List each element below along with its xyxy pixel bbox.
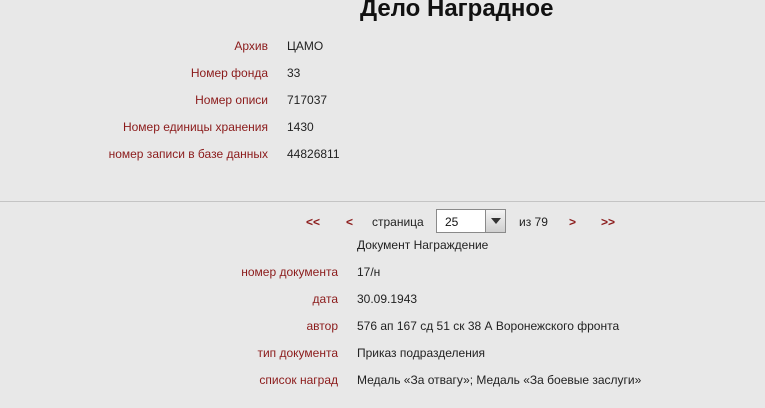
next-page-link[interactable]: > (569, 214, 576, 230)
archive-label: Архив (234, 39, 268, 53)
document-kind-value: Приказ подразделения (357, 346, 486, 360)
section-divider (0, 201, 765, 202)
archive-value: ЦАМО (287, 39, 324, 53)
awards-list-value: Медаль «За отвагу»; Медаль «За боевые за… (357, 373, 642, 387)
awards-list-row: список наград Медаль «За отвагу»; Медаль… (0, 372, 765, 388)
inventory-number-row: Номер описи 717037 (0, 92, 765, 108)
fund-number-label: Номер фонда (190, 66, 268, 80)
page-title: Дело Наградное (360, 0, 554, 22)
storage-unit-value: 1430 (287, 120, 314, 134)
document-author-label: автор (306, 319, 339, 333)
document-author-row: автор 576 ап 167 сд 51 ск 38 А Воронежск… (0, 318, 765, 334)
archive-row: Архив ЦАМО (0, 38, 765, 54)
document-date-row: дата 30.09.1943 (0, 291, 765, 307)
fund-number-value: 33 (287, 66, 301, 80)
document-date-value: 30.09.1943 (357, 292, 418, 306)
database-record-label: номер записи в базе данных (108, 147, 268, 161)
storage-unit-label: Номер единицы хранения (122, 120, 268, 134)
document-number-row: номер документа 17/н (0, 264, 765, 280)
page-select-value: 25 (445, 215, 459, 229)
database-record-row: номер записи в базе данных 44826811 (0, 146, 765, 162)
document-date-label: дата (312, 292, 338, 306)
page-select[interactable]: 25 (436, 209, 506, 233)
chevron-down-icon[interactable] (485, 210, 505, 232)
document-type-line: Документ Награждение (357, 238, 489, 252)
last-page-link[interactable]: >> (601, 214, 615, 230)
document-author-value: 576 ап 167 сд 51 ск 38 А Воронежского фр… (357, 319, 620, 333)
document-kind-label: тип документа (257, 346, 338, 360)
document-kind-row: тип документа Приказ подразделения (0, 345, 765, 361)
document-number-label: номер документа (241, 265, 338, 279)
document-number-value: 17/н (357, 265, 381, 279)
database-record-value: 44826811 (287, 147, 340, 161)
first-page-link[interactable]: << (306, 214, 320, 230)
fund-number-row: Номер фонда 33 (0, 65, 765, 81)
page-label: страница (372, 215, 424, 229)
prev-page-link[interactable]: < (346, 214, 353, 230)
inventory-number-label: Номер описи (195, 93, 268, 107)
awards-list-label: список наград (259, 373, 338, 387)
storage-unit-row: Номер единицы хранения 1430 (0, 119, 765, 135)
total-pages-label: из 79 (519, 215, 548, 229)
inventory-number-value: 717037 (287, 93, 328, 107)
